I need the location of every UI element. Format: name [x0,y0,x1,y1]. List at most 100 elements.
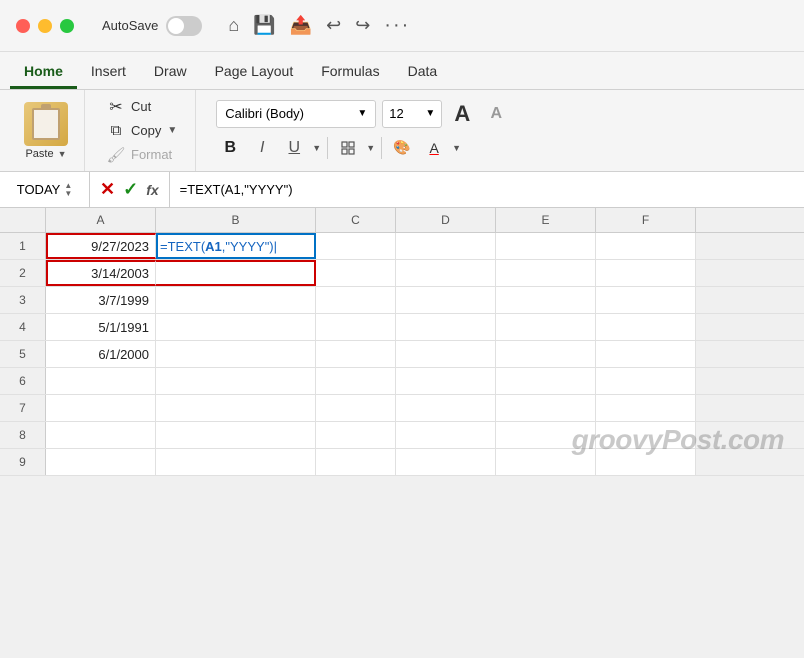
cell-b1[interactable]: =TEXT(A1,"YYYY")| [156,233,316,259]
increase-font-button[interactable]: A [448,100,476,128]
formula-input[interactable]: =TEXT(A1,"YYYY") [170,172,804,207]
paste-dropdown-icon[interactable]: ▼ [58,149,67,159]
insert-function-button[interactable]: fx [146,182,158,198]
name-box-arrows[interactable]: ▲ ▼ [64,182,72,198]
font-color-button[interactable]: A [420,134,448,162]
cell-c3[interactable] [316,287,396,313]
col-header-c[interactable]: C [316,208,396,232]
cell-b4[interactable] [156,314,316,340]
cell-c8[interactable] [316,422,396,448]
undo-icon[interactable]: ↩ [326,15,341,36]
cell-c4[interactable] [316,314,396,340]
cell-d1[interactable] [396,233,496,259]
cell-d8[interactable] [396,422,496,448]
format-button[interactable]: 🖌 Format [103,144,181,166]
cell-a4[interactable]: 5/1/1991 [46,314,156,340]
cell-d4[interactable] [396,314,496,340]
cell-d9[interactable] [396,449,496,475]
decrease-font-button[interactable]: A [482,100,510,128]
cell-b7[interactable] [156,395,316,421]
cell-c5[interactable] [316,341,396,367]
cell-a9[interactable] [46,449,156,475]
cell-c6[interactable] [316,368,396,394]
cell-c9[interactable] [316,449,396,475]
tab-insert[interactable]: Insert [77,52,140,89]
cell-e7[interactable] [496,395,596,421]
cell-f5[interactable] [596,341,696,367]
cell-e6[interactable] [496,368,596,394]
cell-a5[interactable]: 6/1/2000 [46,341,156,367]
cell-c7[interactable] [316,395,396,421]
col-header-e[interactable]: E [496,208,596,232]
cell-a8[interactable] [46,422,156,448]
cell-b3[interactable] [156,287,316,313]
cell-f2[interactable] [596,260,696,286]
cell-f3[interactable] [596,287,696,313]
cut-button[interactable]: ✂ Cut [103,96,181,118]
bold-button[interactable]: B [216,134,244,162]
underline-button[interactable]: U [280,134,308,162]
redo-icon[interactable]: ↪ [355,15,370,36]
tab-page-layout[interactable]: Page Layout [201,52,308,89]
col-header-d[interactable]: D [396,208,496,232]
italic-button[interactable]: I [248,134,276,162]
cell-a1[interactable]: 9/27/2023 [46,233,156,259]
cell-f4[interactable] [596,314,696,340]
cell-d7[interactable] [396,395,496,421]
col-header-a[interactable]: A [46,208,156,232]
cell-f1[interactable] [596,233,696,259]
borders-button[interactable] [334,134,362,162]
font-size-chevron[interactable]: ▼ [425,108,435,119]
underline-dropdown[interactable]: ▼ [312,143,321,153]
more-options-icon[interactable]: ··· [384,14,410,37]
tab-data[interactable]: Data [394,52,452,89]
borders-dropdown[interactable]: ▼ [366,143,375,153]
cell-e1[interactable] [496,233,596,259]
home-icon[interactable]: ⌂ [228,15,239,36]
cell-a6[interactable] [46,368,156,394]
minimize-button[interactable] [38,19,52,33]
cell-e2[interactable] [496,260,596,286]
cell-b2[interactable] [156,260,316,286]
cell-e3[interactable] [496,287,596,313]
cell-b8[interactable] [156,422,316,448]
confirm-formula-button[interactable]: ✓ [123,179,138,200]
cell-a7[interactable] [46,395,156,421]
tab-draw[interactable]: Draw [140,52,201,89]
cell-d3[interactable] [396,287,496,313]
save-icon[interactable]: 💾 [253,15,275,36]
cell-c1[interactable] [316,233,396,259]
col-header-b[interactable]: B [156,208,316,232]
cloud-save-icon[interactable]: 📤 [290,15,312,36]
copy-dropdown-icon[interactable]: ▼ [167,125,177,136]
tab-formulas[interactable]: Formulas [307,52,393,89]
font-color-dropdown[interactable]: ▼ [452,143,461,153]
cell-d5[interactable] [396,341,496,367]
tab-home[interactable]: Home [10,52,77,89]
cell-e4[interactable] [496,314,596,340]
cell-b9[interactable] [156,449,316,475]
name-box[interactable]: TODAY ▲ ▼ [0,172,90,207]
cell-c2[interactable] [316,260,396,286]
cell-d2[interactable] [396,260,496,286]
cell-b5[interactable] [156,341,316,367]
close-button[interactable] [16,19,30,33]
autosave-toggle[interactable] [166,16,202,36]
font-size-select[interactable]: 12 ▼ [382,100,442,128]
font-family-select[interactable]: Calibri (Body) ▼ [216,100,376,128]
font-family-chevron[interactable]: ▼ [357,108,367,119]
paste-icon[interactable] [24,102,68,146]
copy-button[interactable]: ⧉ Copy ▼ [103,120,181,142]
maximize-button[interactable] [60,19,74,33]
cell-e5[interactable] [496,341,596,367]
cancel-formula-button[interactable]: ✕ [100,179,115,200]
cell-a2[interactable]: 3/14/2003 [46,260,156,286]
paste-label[interactable]: Paste [25,148,53,160]
fill-color-button[interactable]: 🎨 [388,134,416,162]
cell-f6[interactable] [596,368,696,394]
cell-f7[interactable] [596,395,696,421]
cell-b6[interactable] [156,368,316,394]
cell-a3[interactable]: 3/7/1999 [46,287,156,313]
cell-d6[interactable] [396,368,496,394]
col-header-f[interactable]: F [596,208,696,232]
